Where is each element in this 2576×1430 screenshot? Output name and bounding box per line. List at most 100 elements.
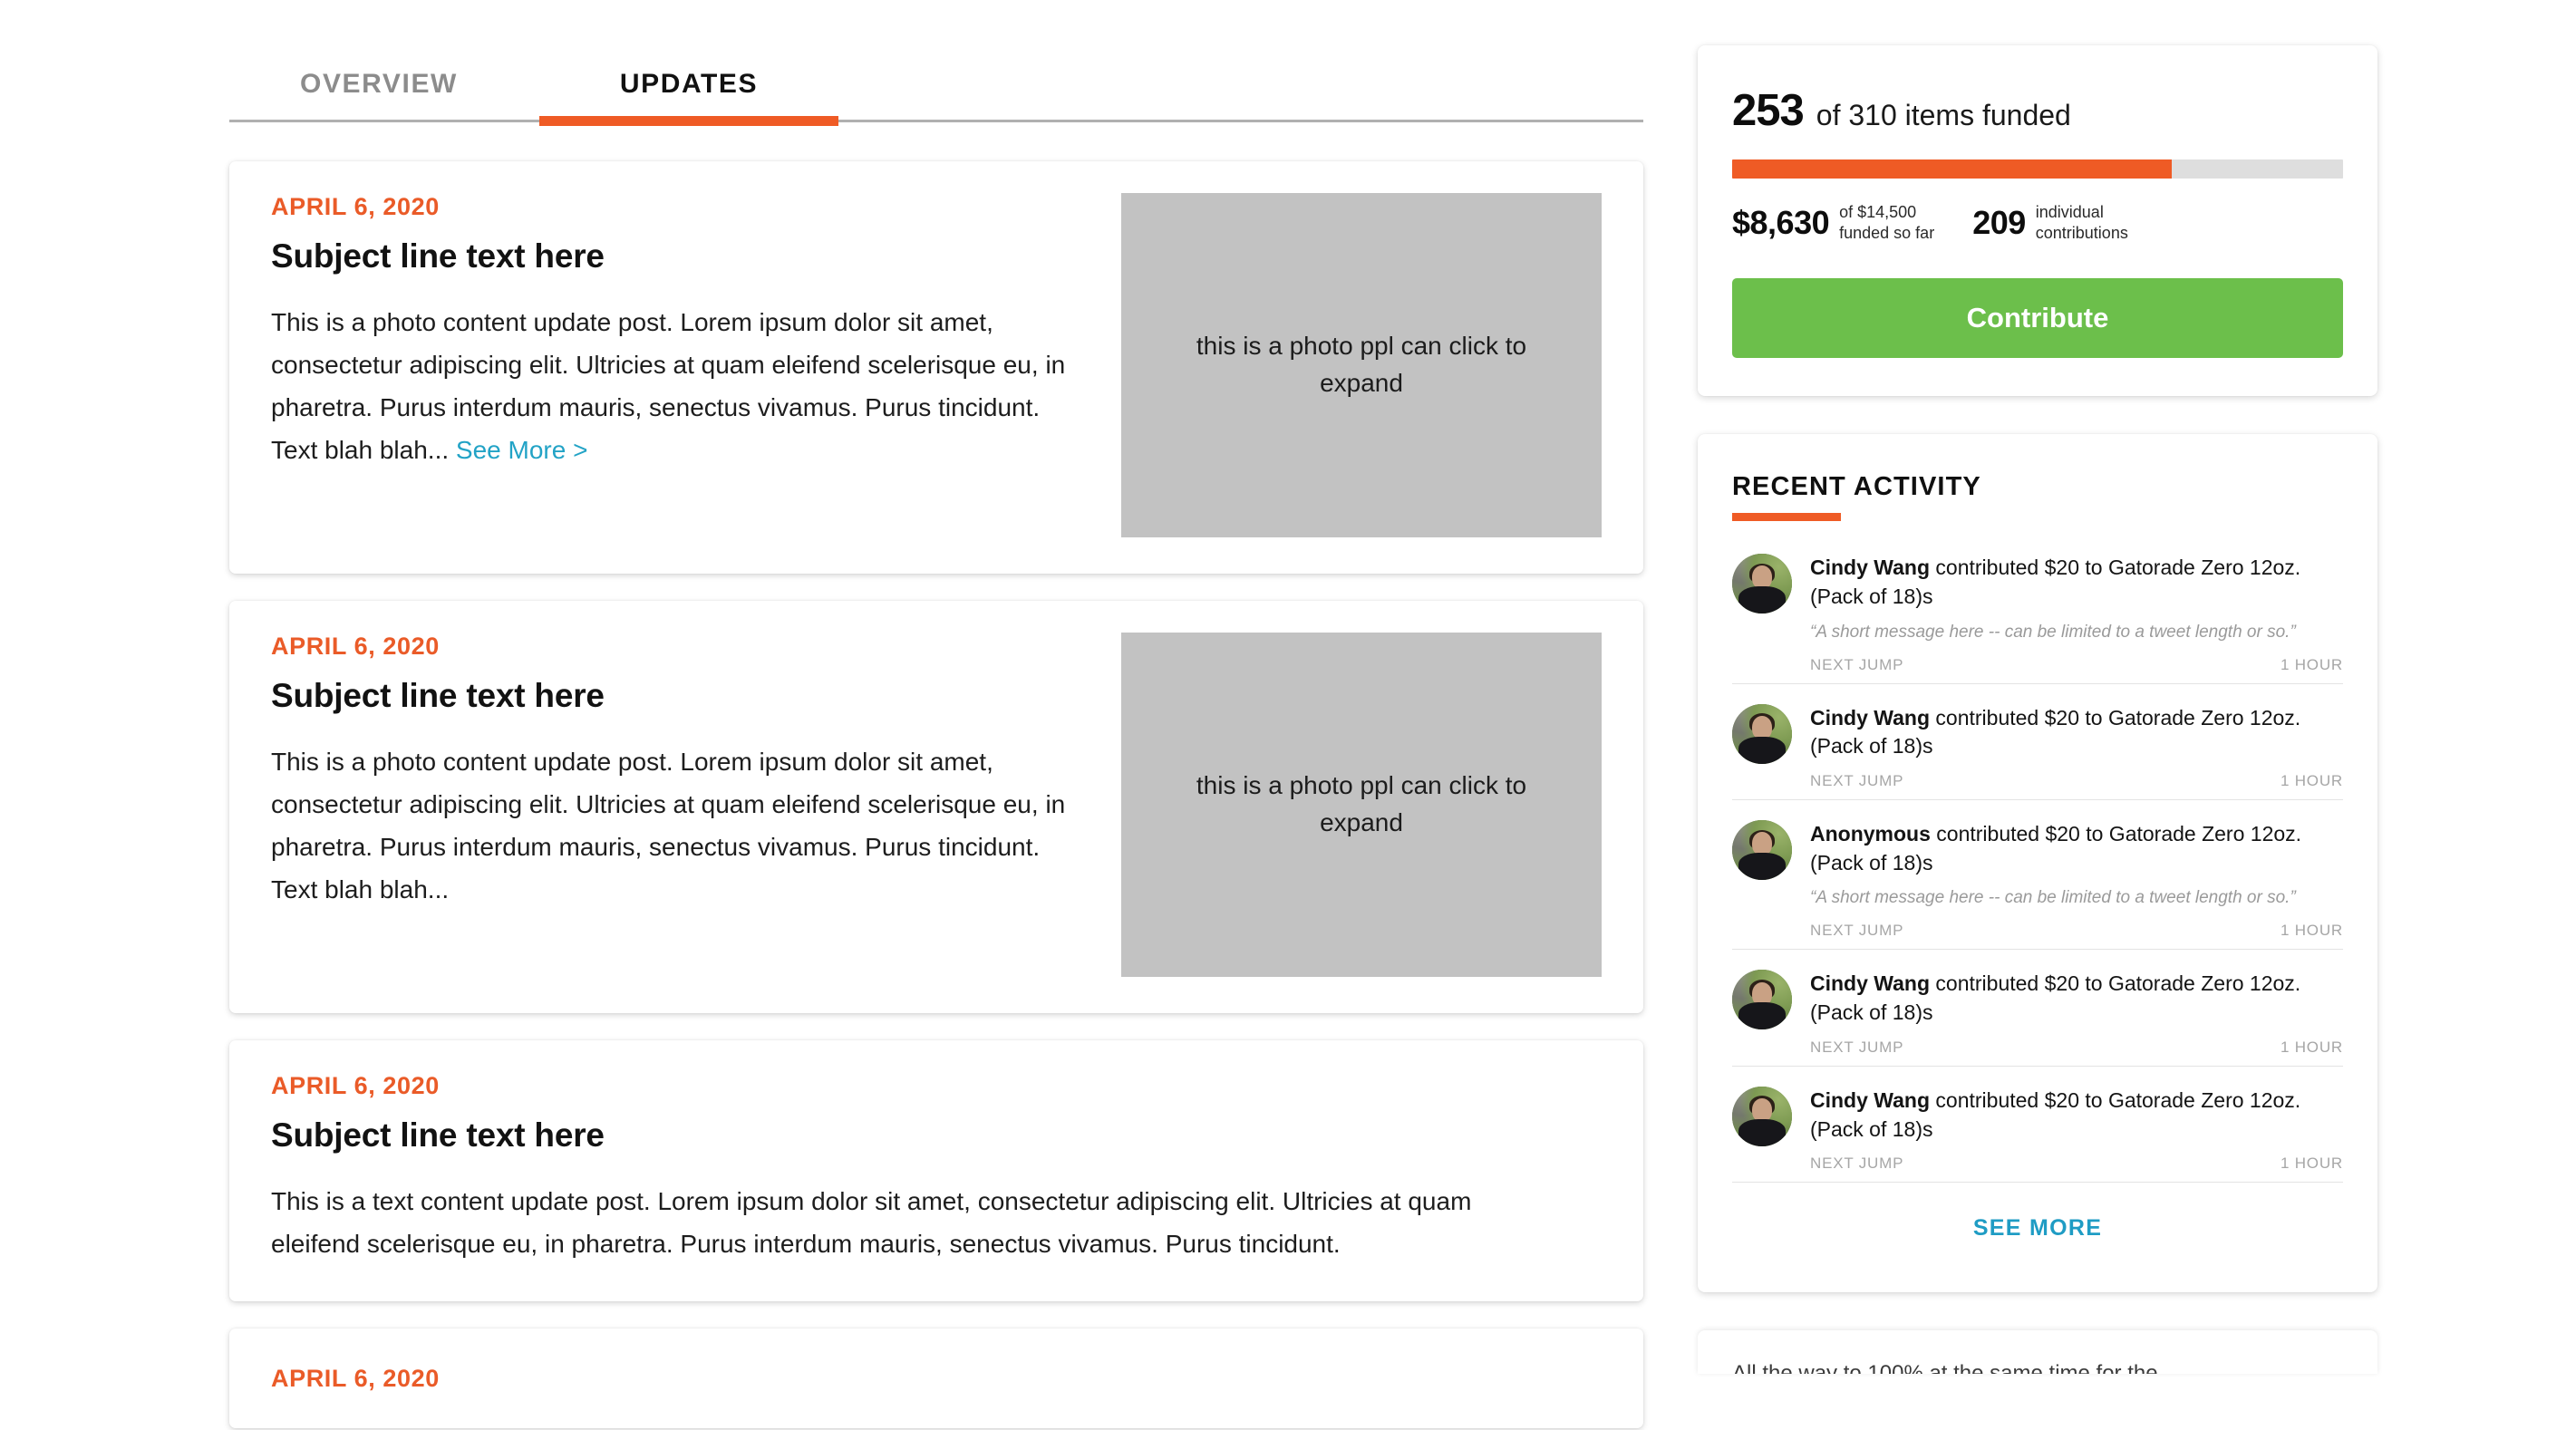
update-title: Subject line text here — [271, 1116, 605, 1154]
activity-item[interactable]: Cindy Wang contributed $20 to Gatorade Z… — [1732, 1067, 2343, 1184]
activity-source: NEXT JUMP — [1810, 1155, 1904, 1173]
activity-line: Cindy Wang contributed $20 to Gatorade Z… — [1810, 554, 2343, 611]
tab-bar: OVERVIEW UPDATES — [229, 0, 1643, 126]
funding-stats: $8,630 of $14,500 funded so far 209 indi… — [1732, 202, 2343, 244]
activity-meta: NEXT JUMP 1 HOUR — [1810, 1039, 2343, 1057]
activity-content: Cindy Wang contributed $20 to Gatorade Z… — [1810, 1087, 2343, 1173]
items-funded-label: of 310 items funded — [1816, 99, 2071, 131]
update-card[interactable]: APRIL 6, 2020 Subject line text here Thi… — [229, 1040, 1643, 1302]
activity-time: 1 HOUR — [2280, 1038, 2343, 1056]
page-layout: OVERVIEW UPDATES APRIL 6, 2020 Subject l… — [0, 0, 2576, 1429]
activity-line: Cindy Wang contributed $20 to Gatorade Z… — [1810, 704, 2343, 761]
recent-activity-card: RECENT ACTIVITY Cindy Wang contributed $… — [1698, 434, 2377, 1293]
avatar-body — [1738, 1118, 1786, 1146]
update-text: This is a text content update post. Lore… — [271, 1180, 1567, 1265]
update-card-body: APRIL 6, 2020 Subject line text here Thi… — [271, 1072, 1602, 1265]
update-card-body: APRIL 6, 2020 Subject line text here Thi… — [271, 193, 1089, 537]
items-funded-count: 253 — [1732, 86, 1805, 135]
update-date: APRIL 6, 2020 — [271, 633, 440, 660]
amount-raised-value: $8,630 — [1732, 204, 1830, 242]
activity-quote: “A short message here -- can be limited … — [1810, 622, 2296, 642]
tab-updates[interactable]: UPDATES — [539, 69, 838, 126]
funding-progress-fill — [1732, 159, 2173, 179]
update-date: APRIL 6, 2020 — [271, 193, 440, 220]
contributions-line1: individual — [2035, 203, 2104, 221]
activity-see-more-button[interactable]: SEE MORE — [1732, 1183, 2343, 1265]
bottom-partial-panel[interactable]: All the way to 100% at the same time for… — [1698, 1330, 2377, 1375]
avatar-body — [1738, 736, 1786, 764]
avatar-body — [1738, 1002, 1786, 1030]
contributions-line2: contributions — [2035, 224, 2128, 243]
page-root: OVERVIEW UPDATES APRIL 6, 2020 Subject l… — [0, 0, 2576, 1430]
update-text: This is a photo content update post. Lor… — [271, 301, 1089, 471]
activity-contributor-name: Anonymous — [1810, 821, 1931, 845]
update-date: APRIL 6, 2020 — [271, 1072, 440, 1099]
update-media: this is a photo ppl can click to expand — [1121, 633, 1602, 977]
avatar — [1732, 554, 1792, 614]
update-body: This is a photo content update post. Lor… — [271, 748, 1066, 904]
activity-time: 1 HOUR — [2280, 771, 2343, 789]
activity-content: Cindy Wang contributed $20 to Gatorade Z… — [1810, 704, 2343, 790]
amount-raised-label: of $14,500 funded so far — [1839, 202, 1934, 244]
amount-goal-line2: funded so far — [1839, 224, 1935, 243]
avatar — [1732, 1086, 1792, 1146]
activity-meta: NEXT JUMP 1 HOUR — [1810, 772, 2343, 790]
update-card-list: APRIL 6, 2020 Subject line text here Thi… — [229, 122, 1643, 1429]
update-body: This is a photo content update post. Lor… — [271, 308, 1066, 465]
activity-content: Cindy Wang contributed $20 to Gatorade Z… — [1810, 554, 2343, 673]
activity-time: 1 HOUR — [2280, 655, 2343, 673]
activity-list: Cindy Wang contributed $20 to Gatorade Z… — [1732, 548, 2343, 1184]
activity-item[interactable]: Anonymous contributed $20 to Gatorade Ze… — [1732, 800, 2343, 951]
see-more-link[interactable]: See More > — [456, 436, 588, 464]
activity-line: Anonymous contributed $20 to Gatorade Ze… — [1810, 820, 2343, 877]
updates-column: OVERVIEW UPDATES APRIL 6, 2020 Subject l… — [229, 0, 1643, 1429]
contributions-label: individual contributions — [2036, 202, 2128, 244]
bottom-partial-text: All the way to 100% at the same time for… — [1732, 1361, 2158, 1375]
update-card-body: APRIL 6, 2020 Subject line text here Thi… — [271, 633, 1089, 977]
update-card[interactable]: APRIL 6, 2020 Subject line text here Thi… — [229, 161, 1643, 574]
activity-item[interactable]: Cindy Wang contributed $20 to Gatorade Z… — [1732, 950, 2343, 1067]
update-date: APRIL 6, 2020 — [271, 1365, 440, 1393]
activity-source: NEXT JUMP — [1810, 771, 1904, 789]
contribute-button[interactable]: Contribute — [1732, 278, 2343, 359]
update-title: Subject line text here — [271, 677, 605, 714]
sidebar-column: 253 of 310 items funded $8,630 of $14,50… — [1698, 0, 2377, 1375]
avatar-body — [1738, 852, 1786, 880]
update-media: this is a photo ppl can click to expand — [1121, 193, 1602, 537]
activity-contributor-name: Cindy Wang — [1810, 1087, 1931, 1112]
activity-quote: “A short message here -- can be limited … — [1810, 888, 2296, 908]
activity-contributor-name: Cindy Wang — [1810, 705, 1931, 729]
activity-meta: NEXT JUMP 1 HOUR — [1810, 922, 2343, 940]
photo-placeholder[interactable]: this is a photo ppl can click to expand — [1121, 633, 1602, 977]
funding-card: 253 of 310 items funded $8,630 of $14,50… — [1698, 45, 2377, 397]
activity-item[interactable]: Cindy Wang contributed $20 to Gatorade Z… — [1732, 548, 2343, 684]
funding-headline: 253 of 310 items funded — [1732, 85, 2343, 136]
activity-content: Anonymous contributed $20 to Gatorade Ze… — [1810, 820, 2343, 940]
activity-item[interactable]: Cindy Wang contributed $20 to Gatorade Z… — [1732, 684, 2343, 800]
avatar — [1732, 819, 1792, 880]
activity-time: 1 HOUR — [2280, 922, 2343, 940]
update-body: This is a text content update post. Lore… — [271, 1187, 1472, 1259]
amount-goal-line1: of $14,500 — [1839, 203, 1917, 221]
contributions-stat: 209 individual contributions — [1972, 202, 2128, 244]
activity-meta: NEXT JUMP 1 HOUR — [1810, 656, 2343, 674]
amount-raised-stat: $8,630 of $14,500 funded so far — [1732, 202, 1934, 244]
update-card[interactable]: APRIL 6, 2020 Subject line text here Thi… — [229, 601, 1643, 1013]
avatar-body — [1738, 586, 1786, 614]
activity-meta: NEXT JUMP 1 HOUR — [1810, 1155, 2343, 1173]
activity-line: Cindy Wang contributed $20 to Gatorade Z… — [1810, 970, 2343, 1027]
activity-time: 1 HOUR — [2280, 1155, 2343, 1173]
avatar — [1732, 970, 1792, 1030]
activity-contributor-name: Cindy Wang — [1810, 556, 1931, 580]
activity-line: Cindy Wang contributed $20 to Gatorade Z… — [1810, 1087, 2343, 1144]
tab-overview[interactable]: OVERVIEW — [229, 69, 528, 120]
update-card[interactable]: APRIL 6, 2020 — [229, 1329, 1643, 1429]
funding-progress-bar — [1732, 159, 2343, 179]
update-card-body: APRIL 6, 2020 — [271, 1365, 1602, 1428]
activity-contributor-name: Cindy Wang — [1810, 971, 1931, 996]
update-title: Subject line text here — [271, 237, 605, 275]
activity-source: NEXT JUMP — [1810, 1038, 1904, 1056]
photo-placeholder[interactable]: this is a photo ppl can click to expand — [1121, 193, 1602, 537]
update-text: This is a photo content update post. Lor… — [271, 740, 1089, 911]
heading-underline — [1732, 513, 1841, 522]
